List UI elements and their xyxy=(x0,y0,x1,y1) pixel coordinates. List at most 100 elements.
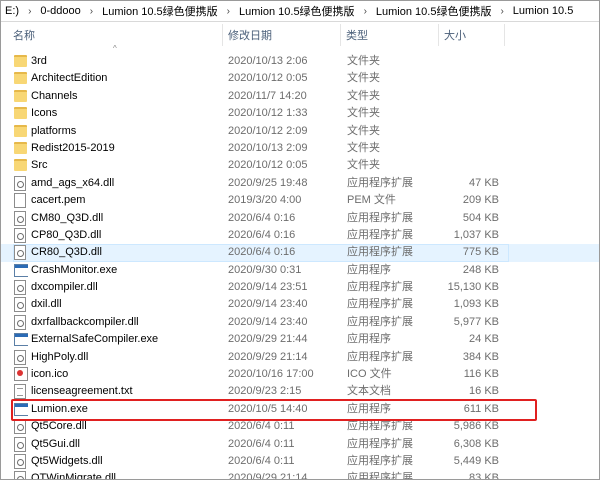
file-date: 2020/9/14 23:40 xyxy=(228,315,308,328)
dll-file-icon xyxy=(14,453,26,469)
breadcrumb-item[interactable]: Lumion 10.5绿色便携版 xyxy=(235,3,359,19)
file-type: PEM 文件 xyxy=(347,194,396,207)
file-type: 应用程序扩展 xyxy=(347,350,413,363)
file-row[interactable]: Redist2015-2019 2020/10/13 2:09 文件夹 xyxy=(1,140,599,157)
breadcrumb-item[interactable]: 0-ddooo xyxy=(36,5,84,17)
file-date: 2020/6/4 0:11 xyxy=(228,420,295,433)
file-size: 83 KB xyxy=(469,472,499,480)
file-icon-cell xyxy=(14,70,28,87)
file-date: 2020/9/30 0:31 xyxy=(228,263,302,276)
file-row[interactable]: Qt5Widgets.dll 2020/6/4 0:11 应用程序扩展 5,449 K… xyxy=(1,453,599,470)
file-icon-cell xyxy=(14,401,28,418)
dll-file-icon xyxy=(14,175,26,191)
column-divider[interactable] xyxy=(438,24,439,46)
file-date: 2020/6/4 0:11 xyxy=(228,454,295,467)
file-date: 2020/10/12 0:05 xyxy=(228,159,308,172)
file-name: CR80_Q3D.dll xyxy=(31,246,102,259)
folder-icon xyxy=(14,107,27,120)
breadcrumb-item[interactable]: E:) xyxy=(1,5,23,17)
file-row[interactable]: 3rd 2020/10/13 2:06 文件夹 xyxy=(1,53,599,70)
file-type: 应用程序 xyxy=(347,333,391,346)
file-row[interactable]: Src 2020/10/12 0:05 文件夹 xyxy=(1,157,599,174)
file-icon-cell xyxy=(14,123,28,140)
file-row[interactable]: ArchitectEdition 2020/10/12 0:05 文件夹 xyxy=(1,70,599,87)
file-size xyxy=(441,140,499,157)
file-name: Qt5Gui.dll xyxy=(31,437,80,450)
file-row[interactable]: HighPoly.dll 2020/9/29 21:14 应用程序扩展 384 KB xyxy=(1,349,599,366)
file-row[interactable]: QTWinMigrate.dll 2020/9/29 21:14 应用程序扩展 83 … xyxy=(1,470,599,480)
file-name: platforms xyxy=(31,124,77,137)
breadcrumb-separator-icon[interactable]: › xyxy=(359,6,372,17)
column-header-type[interactable]: 类型 xyxy=(342,22,441,48)
file-row[interactable]: Icons 2020/10/12 1:33 文件夹 xyxy=(1,105,599,122)
breadcrumb-separator-icon[interactable]: › xyxy=(85,6,98,17)
file-row[interactable]: Channels 2020/11/7 14:20 文件夹 xyxy=(1,88,599,105)
file-row[interactable]: licenseagreement.txt 2020/9/23 2:15 文本文档 16… xyxy=(1,383,599,400)
file-row[interactable]: CR80_Q3D.dll 2020/6/4 0:16 应用程序扩展 775 KB xyxy=(1,244,599,263)
file-row[interactable]: Qt5Core.dll 2020/6/4 0:11 应用程序扩展 5,986 KB xyxy=(1,418,599,435)
image-icon xyxy=(14,367,28,382)
file-date: 2020/9/25 19:48 xyxy=(228,176,308,189)
file-type: 应用程序扩展 xyxy=(347,281,413,294)
file-date: 2020/10/5 14:40 xyxy=(228,402,308,415)
file-name: ExternalSafeCompiler.exe xyxy=(31,333,159,346)
file-icon-cell xyxy=(14,418,28,435)
file-row[interactable]: cacert.pem 2019/3/20 4:00 PEM 文件 209 KB xyxy=(1,192,599,209)
file-name: licenseagreement.txt xyxy=(31,385,133,398)
exe-app-icon xyxy=(14,402,28,416)
file-size: 47 KB xyxy=(469,176,499,189)
file-date: 2019/3/20 4:00 xyxy=(228,194,302,207)
file-date: 2020/10/13 2:09 xyxy=(228,141,308,154)
file-icon-cell xyxy=(14,279,28,296)
file-size: 1,037 KB xyxy=(453,228,499,241)
file-size: 6,308 KB xyxy=(453,437,499,450)
file-row[interactable]: CrashMonitor.exe 2020/9/30 0:31 应用程序 248 KB xyxy=(1,262,599,279)
file-row[interactable]: amd_ags_x64.dll 2020/9/25 19:48 应用程序扩展 47 K… xyxy=(1,175,599,192)
column-divider[interactable] xyxy=(340,24,341,46)
text-file-icon xyxy=(14,384,26,400)
column-divider[interactable] xyxy=(504,24,505,46)
file-row[interactable]: dxrfallbackcompiler.dll 2020/9/14 23:40 应用… xyxy=(1,314,599,331)
dll-file-icon xyxy=(14,436,26,452)
file-row[interactable]: CM80_Q3D.dll 2020/6/4 0:16 应用程序扩展 504 KB xyxy=(1,210,599,227)
sort-ascending-icon: ^ xyxy=(113,44,117,53)
file-type: 应用程序扩展 xyxy=(347,437,413,450)
file-size xyxy=(441,70,499,87)
file-type: 应用程序扩展 xyxy=(347,176,413,189)
column-header-date[interactable]: 修改日期 xyxy=(224,22,343,48)
file-row[interactable]: dxcompiler.dll 2020/9/14 23:51 应用程序扩展 15,13… xyxy=(1,279,599,296)
file-icon-cell xyxy=(14,314,28,331)
file-date: 2020/9/29 21:14 xyxy=(228,472,308,480)
column-headers: 名称 ^ 修改日期 类型 大小 xyxy=(1,22,599,53)
file-size xyxy=(441,88,499,105)
file-date: 2020/6/4 0:16 xyxy=(228,246,296,259)
file-name: dxil.dll xyxy=(31,298,62,311)
breadcrumb-item[interactable]: Lumion 10.5绿色便携版 xyxy=(372,3,496,19)
breadcrumb-separator-icon[interactable]: › xyxy=(222,6,235,17)
breadcrumb-item[interactable]: Lumion 10.5绿色便携版 xyxy=(98,3,222,19)
file-name: dxrfallbackcompiler.dll xyxy=(31,315,139,328)
file-name: CrashMonitor.exe xyxy=(31,263,118,276)
breadcrumb-separator-icon[interactable]: › xyxy=(23,6,36,17)
breadcrumb-separator-icon[interactable]: › xyxy=(495,6,508,17)
file-row[interactable]: Qt5Gui.dll 2020/6/4 0:11 应用程序扩展 6,308 KB xyxy=(1,436,599,453)
column-divider[interactable] xyxy=(222,24,223,46)
file-row[interactable]: ExternalSafeCompiler.exe 2020/9/29 21:44 应… xyxy=(1,331,599,348)
file-name: dxcompiler.dll xyxy=(31,281,98,294)
file-row[interactable]: CP80_Q3D.dll 2020/6/4 0:16 应用程序扩展 1,037 KB xyxy=(1,227,599,244)
file-icon-cell xyxy=(14,244,28,261)
file-icon-cell xyxy=(14,331,28,348)
file-icon xyxy=(14,193,26,209)
file-type: 文件夹 xyxy=(347,124,380,137)
file-type: 文件夹 xyxy=(347,159,380,172)
file-row[interactable]: Lumion.exe 2020/10/5 14:40 应用程序 611 KB xyxy=(1,401,599,418)
breadcrumb-item[interactable]: Lumion 10.5 xyxy=(509,5,578,17)
column-header-size[interactable]: 大小 xyxy=(440,22,506,48)
file-size: 1,093 KB xyxy=(453,298,499,311)
file-row[interactable]: icon.ico 2020/10/16 17:00 ICO 文件 116 KB xyxy=(1,366,599,383)
file-row[interactable]: dxil.dll 2020/9/14 23:40 应用程序扩展 1,093 KB xyxy=(1,296,599,313)
file-date: 2020/6/4 0:11 xyxy=(228,437,295,450)
file-row[interactable]: platforms 2020/10/12 2:09 文件夹 xyxy=(1,123,599,140)
breadcrumb: E:) › 0-ddooo › Lumion 10.5绿色便携版 › Lumion 10.5… xyxy=(1,1,599,22)
file-name: CP80_Q3D.dll xyxy=(31,228,102,241)
